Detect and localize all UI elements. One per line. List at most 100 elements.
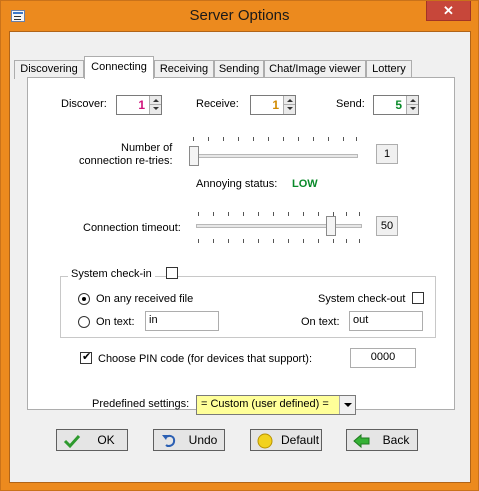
- tick: [356, 137, 357, 141]
- pin-input[interactable]: 0000: [350, 348, 416, 368]
- ok-label: OK: [97, 433, 115, 447]
- retries-label-line2: connection re-tries:: [79, 155, 173, 167]
- tick: [346, 212, 347, 216]
- chevron-down-icon[interactable]: [339, 396, 355, 414]
- tick: [298, 137, 299, 141]
- send-value[interactable]: 5: [395, 98, 402, 112]
- checkin-text-input[interactable]: in: [145, 311, 219, 331]
- checkout-label: System check-out: [318, 293, 406, 305]
- tick: [213, 239, 214, 243]
- timeout-value-box: 50: [376, 216, 398, 236]
- receive-spinner[interactable]: 1: [250, 95, 296, 115]
- retries-value-box: 1: [376, 144, 398, 164]
- tick: [243, 239, 244, 243]
- tick: [288, 212, 289, 216]
- receive-spin-arrows[interactable]: [283, 96, 295, 114]
- tick: [303, 239, 304, 243]
- pin-label: Choose PIN code (for devices that suppor…: [98, 353, 312, 365]
- tick: [258, 239, 259, 243]
- tick: [283, 137, 284, 141]
- retries-slider-track[interactable]: [190, 154, 358, 158]
- back-button[interactable]: Back: [346, 429, 418, 451]
- retries-slider-thumb[interactable]: [189, 146, 199, 166]
- undo-icon: [162, 434, 176, 447]
- on-any-file-radio[interactable]: [78, 293, 90, 305]
- tick: [346, 239, 347, 243]
- default-button[interactable]: Default: [250, 429, 322, 451]
- discover-label: Discover:: [61, 98, 107, 110]
- retries-ticks-top: [190, 137, 358, 142]
- default-label: Default: [281, 433, 320, 447]
- on-text-radio[interactable]: [78, 316, 90, 328]
- checkout-text-input[interactable]: out: [349, 311, 423, 331]
- tick: [198, 212, 199, 216]
- tick: [213, 212, 214, 216]
- predefined-select[interactable]: = Custom (user defined) =: [196, 395, 356, 415]
- spin-down-icon[interactable]: [407, 105, 418, 114]
- window-title: Server Options: [189, 7, 290, 24]
- spin-down-icon[interactable]: [150, 105, 161, 114]
- tick: [258, 212, 259, 216]
- check-icon: [63, 434, 81, 449]
- tick: [243, 212, 244, 216]
- send-label: Send:: [336, 98, 365, 110]
- tick: [228, 212, 229, 216]
- undo-button[interactable]: Undo: [153, 429, 225, 451]
- timeout-slider-track[interactable]: [196, 224, 362, 228]
- undo-label: Undo: [188, 433, 218, 447]
- spin-up-icon[interactable]: [150, 96, 161, 105]
- timeout-slider-thumb[interactable]: [326, 216, 336, 236]
- tick: [318, 212, 319, 216]
- checkout-text-label: On text:: [301, 316, 340, 328]
- tick: [273, 212, 274, 216]
- tick: [253, 137, 254, 141]
- discover-spin-arrows[interactable]: [149, 96, 161, 114]
- discover-spinner[interactable]: 1: [116, 95, 162, 115]
- pin-checkbox[interactable]: [80, 350, 92, 364]
- tick: [343, 137, 344, 141]
- timeout-ticks-bottom: [196, 239, 360, 244]
- connecting-panel: Discover: 1 Receive: 1 Send: 5 Number of…: [27, 77, 455, 410]
- checkout-checkbox[interactable]: [412, 292, 424, 304]
- close-button[interactable]: ✕: [426, 1, 471, 21]
- discover-value[interactable]: 1: [138, 98, 145, 112]
- tick: [198, 239, 199, 243]
- on-text-label: On text:: [96, 316, 135, 328]
- spin-down-icon[interactable]: [284, 105, 295, 114]
- tick: [359, 239, 360, 243]
- send-spinner[interactable]: 5: [373, 95, 419, 115]
- tick: [328, 137, 329, 141]
- send-spin-arrows[interactable]: [406, 96, 418, 114]
- retries-label-line1: Number of: [121, 142, 173, 154]
- receive-label: Receive:: [196, 98, 239, 110]
- predefined-label: Predefined settings:: [92, 398, 190, 410]
- tab-connecting[interactable]: Connecting: [84, 56, 154, 79]
- tick: [268, 137, 269, 141]
- tick: [273, 239, 274, 243]
- annoying-status-label: Annoying status:: [196, 178, 278, 190]
- tick: [228, 239, 229, 243]
- spin-up-icon[interactable]: [407, 96, 418, 105]
- tick: [288, 239, 289, 243]
- tick: [359, 212, 360, 216]
- on-any-file-label: On any received file: [96, 293, 194, 305]
- receive-value[interactable]: 1: [272, 98, 279, 112]
- tick: [303, 212, 304, 216]
- dialog-client: Discovering Connecting Receiving Sending…: [9, 31, 471, 483]
- back-arrow-icon: [353, 433, 370, 449]
- annoying-status-value: LOW: [292, 178, 318, 190]
- tick: [193, 137, 194, 141]
- ok-button[interactable]: OK: [56, 429, 128, 451]
- tick: [208, 137, 209, 141]
- tick: [223, 137, 224, 141]
- timeout-label: Connection timeout:: [83, 222, 181, 234]
- tick: [318, 239, 319, 243]
- checkin-checkbox[interactable]: [166, 267, 178, 279]
- back-label: Back: [382, 433, 410, 447]
- server-options-window: Server Options ✕ Discovering Connecting …: [0, 0, 479, 491]
- spin-up-icon[interactable]: [284, 96, 295, 105]
- default-icon: [257, 433, 273, 449]
- tick: [238, 137, 239, 141]
- checkin-label: System check-in: [68, 268, 155, 280]
- title-bar[interactable]: Server Options ✕: [1, 1, 478, 31]
